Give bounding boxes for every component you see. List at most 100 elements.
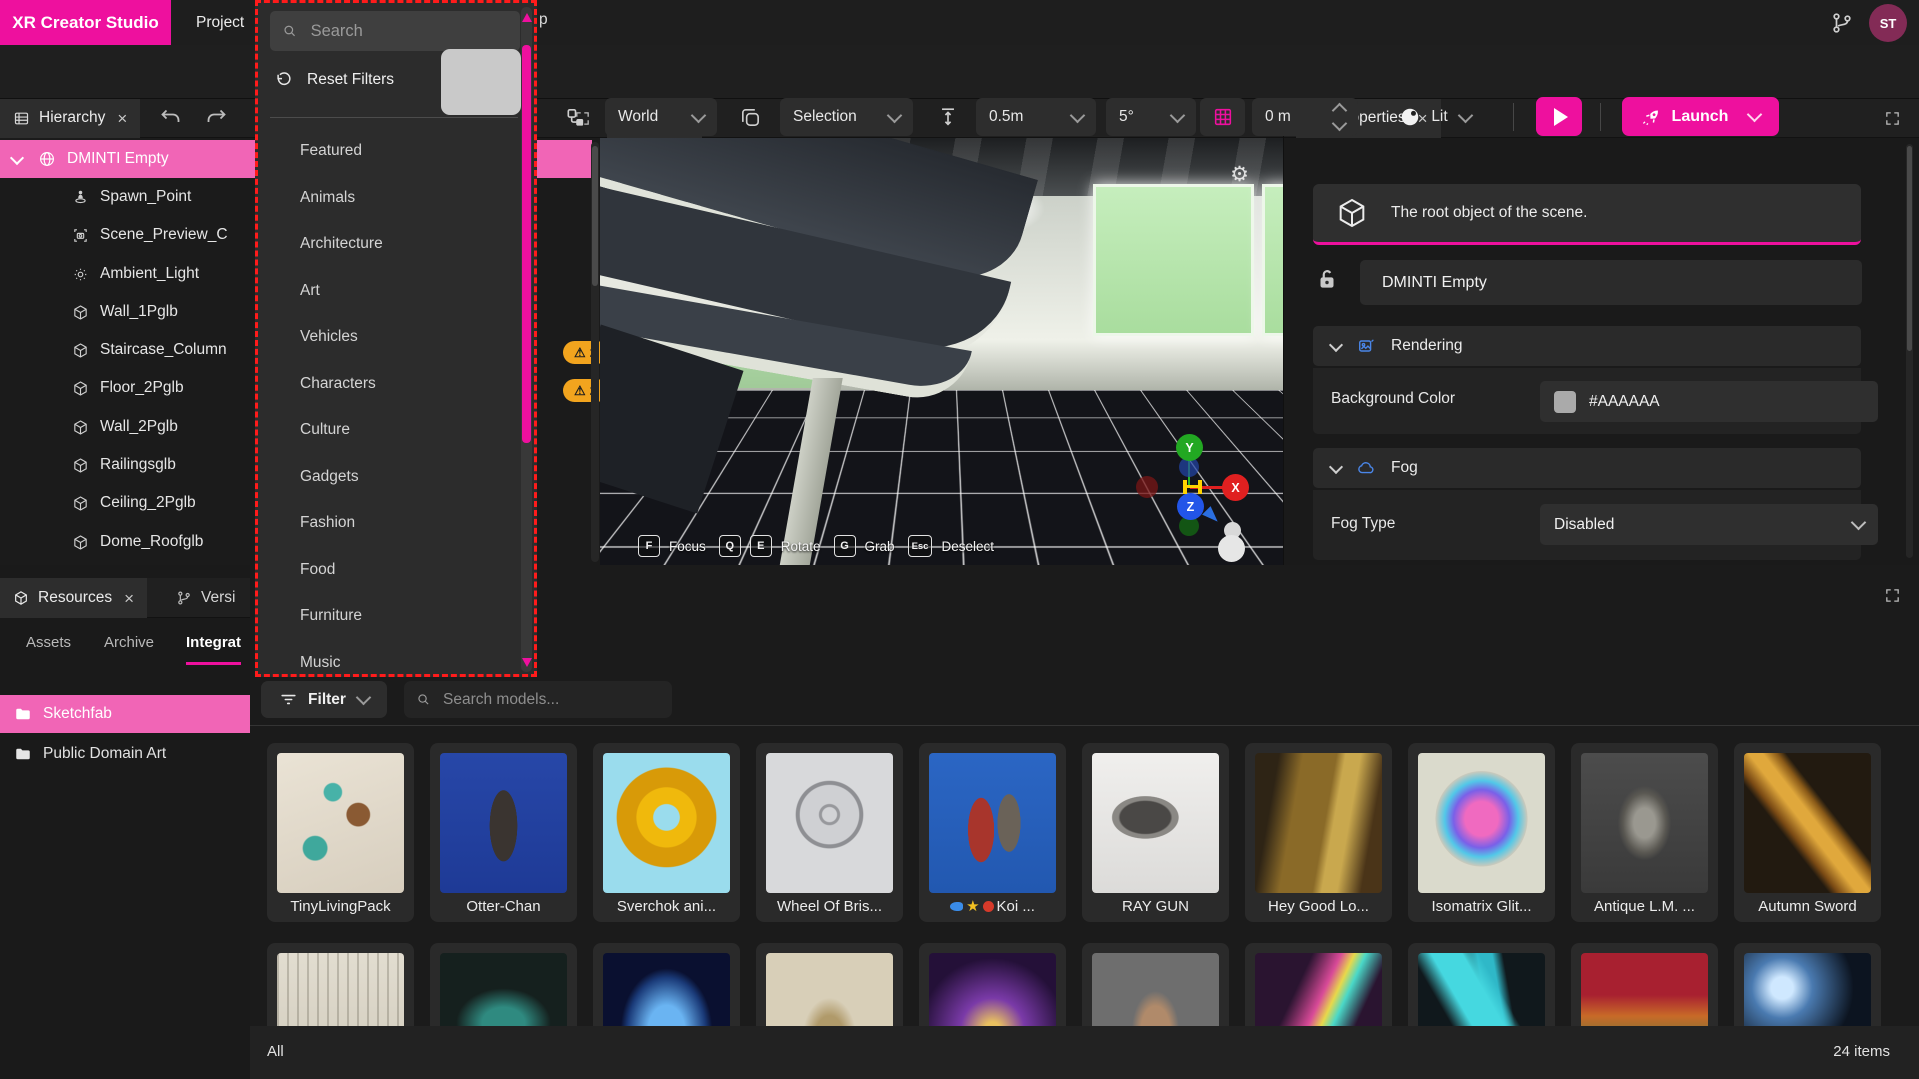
tooltip-box (441, 49, 521, 115)
elevation-stepper[interactable]: 0 m (1252, 98, 1358, 136)
grid-snap-toggle[interactable] (1200, 98, 1245, 136)
folder-public-domain-art[interactable]: Public Domain Art (0, 735, 250, 773)
viewport-shortcut-bar: F Focus Q E Rotate G Grab Esc Deselect (638, 535, 998, 557)
lock-icon[interactable] (1314, 266, 1340, 292)
model-card[interactable]: RAY GUN (1082, 743, 1229, 922)
chevron-down-icon (1851, 515, 1867, 531)
root-object-card: The root object of the scene. (1313, 184, 1861, 245)
folder-sketchfab[interactable]: Sketchfab (0, 695, 250, 733)
mesh-icon (72, 534, 89, 551)
model-card[interactable]: Hey Good Lo... (1245, 743, 1392, 922)
background-color-value: #AAAAAA (1589, 393, 1660, 411)
scroll-up-arrow-icon[interactable] (522, 13, 532, 22)
redo-icon[interactable] (200, 98, 232, 136)
menu-item-fragment[interactable]: p (539, 11, 548, 29)
mesh-icon (72, 342, 89, 359)
gizmo-x-handle[interactable]: X (1222, 474, 1249, 501)
folder-label: Public Domain Art (43, 745, 166, 763)
version-history-icon[interactable] (1827, 8, 1857, 38)
subtab-assets[interactable]: Assets (26, 622, 71, 662)
rotate-snap-select[interactable]: 5° (1106, 98, 1196, 136)
category-animals[interactable]: Animals (258, 175, 518, 222)
tab-hierarchy[interactable]: Hierarchy × (0, 98, 140, 138)
filter-button[interactable]: Filter (261, 681, 387, 718)
expand-icon[interactable] (1884, 587, 1901, 604)
toolbar-divider (1600, 103, 1601, 131)
gizmo-y-handle[interactable]: Y (1176, 434, 1203, 461)
model-card-label: Sverchok ani... (617, 898, 716, 915)
elevation-icon[interactable] (928, 98, 968, 136)
model-card[interactable]: ★ Koi ... (919, 743, 1066, 922)
world-space-select[interactable]: World (605, 98, 717, 136)
app-logo[interactable]: XR Creator Studio (0, 0, 171, 45)
launch-button[interactable]: Launch (1622, 97, 1779, 136)
selection-mode-select[interactable]: Selection (780, 98, 913, 136)
reset-filters-button[interactable]: Reset Filters (274, 61, 394, 99)
category-music[interactable]: Music (258, 640, 518, 678)
model-card-label: Antique L.M. ... (1594, 898, 1695, 915)
gizmo-center-handle[interactable] (1183, 480, 1202, 494)
subtab-integrations[interactable]: Integrat (186, 622, 241, 665)
scene-viewport[interactable]: ⚙ Y X Z F Focus Q E Rotate G Gra (600, 138, 1283, 565)
play-button[interactable] (1536, 97, 1582, 136)
category-characters[interactable]: Characters (258, 361, 518, 408)
properties-scrollbar[interactable] (1906, 144, 1913, 558)
category-food[interactable]: Food (258, 547, 518, 594)
object-name-field[interactable]: DMINTI Empty (1360, 260, 1862, 305)
chevron-down-icon (1329, 459, 1343, 473)
expand-icon[interactable] (1884, 110, 1901, 127)
subtab-archive[interactable]: Archive (104, 622, 154, 662)
category-vehicles[interactable]: Vehicles (258, 314, 518, 361)
chevron-down-icon (1170, 107, 1186, 123)
viewport-settings-gear-icon[interactable]: ⚙ (1230, 162, 1249, 187)
scroll-down-arrow-icon[interactable] (522, 658, 532, 667)
model-card[interactable]: Antique L.M. ... (1571, 743, 1718, 922)
rendering-section-title: Rendering (1391, 337, 1463, 355)
dropdown-search-box[interactable] (270, 11, 520, 51)
section-fog[interactable]: Fog (1313, 448, 1861, 488)
transform-space-icon[interactable] (553, 98, 597, 136)
cloud-icon (1356, 458, 1376, 478)
close-icon[interactable]: × (117, 110, 127, 127)
category-art[interactable]: Art (258, 268, 518, 315)
model-card[interactable]: Isomatrix Glit... (1408, 743, 1555, 922)
color-swatch[interactable] (1554, 391, 1576, 413)
dropdown-search-input[interactable] (309, 21, 508, 42)
category-furniture[interactable]: Furniture (258, 593, 518, 640)
world-space-value: World (618, 108, 658, 126)
model-search-box[interactable] (404, 681, 672, 718)
hierarchy-scrollbar[interactable] (591, 142, 599, 562)
category-culture[interactable]: Culture (258, 407, 518, 454)
background-color-input[interactable]: #AAAAAA (1540, 381, 1878, 422)
model-search-input[interactable] (441, 690, 660, 710)
model-thumbnail (766, 753, 893, 893)
tab-versions[interactable]: Versi (170, 578, 241, 618)
undo-icon[interactable] (155, 98, 187, 136)
model-card[interactable]: Autumn Sword (1734, 743, 1881, 922)
gizmo-z-handle[interactable]: Z (1177, 493, 1204, 520)
category-featured[interactable]: Featured (258, 128, 518, 175)
category-architecture[interactable]: Architecture (258, 221, 518, 268)
category-gadgets[interactable]: Gadgets (258, 454, 518, 501)
close-icon[interactable]: × (124, 590, 134, 607)
gizmo-neg-x-handle[interactable] (1136, 476, 1158, 498)
shading-mode-select[interactable]: Lit (1385, 98, 1485, 136)
footer-filter-all[interactable]: All (267, 1043, 284, 1060)
model-card[interactable]: TinyLivingPack (267, 743, 414, 922)
model-thumbnail (603, 753, 730, 893)
stepper-arrows-icon[interactable] (1334, 105, 1345, 129)
category-fashion[interactable]: Fashion (258, 500, 518, 547)
chevron-down-icon[interactable] (10, 150, 24, 164)
menu-project[interactable]: Project (186, 0, 254, 45)
model-card[interactable]: Otter-Chan (430, 743, 577, 922)
dropdown-scrollbar-thumb[interactable] (522, 45, 531, 443)
tab-resources[interactable]: Resources × (0, 578, 147, 618)
fog-type-select[interactable]: Disabled (1540, 504, 1878, 545)
model-card[interactable]: Sverchok ani... (593, 743, 740, 922)
rotate-mode-icon[interactable] (728, 98, 772, 136)
user-avatar[interactable]: ST (1869, 4, 1907, 42)
model-card[interactable]: Wheel Of Bris... (756, 743, 903, 922)
tree-item-label: Ambient_Light (100, 265, 199, 283)
section-rendering[interactable]: Rendering (1313, 326, 1861, 366)
move-snap-select[interactable]: 0.5m (976, 98, 1096, 136)
